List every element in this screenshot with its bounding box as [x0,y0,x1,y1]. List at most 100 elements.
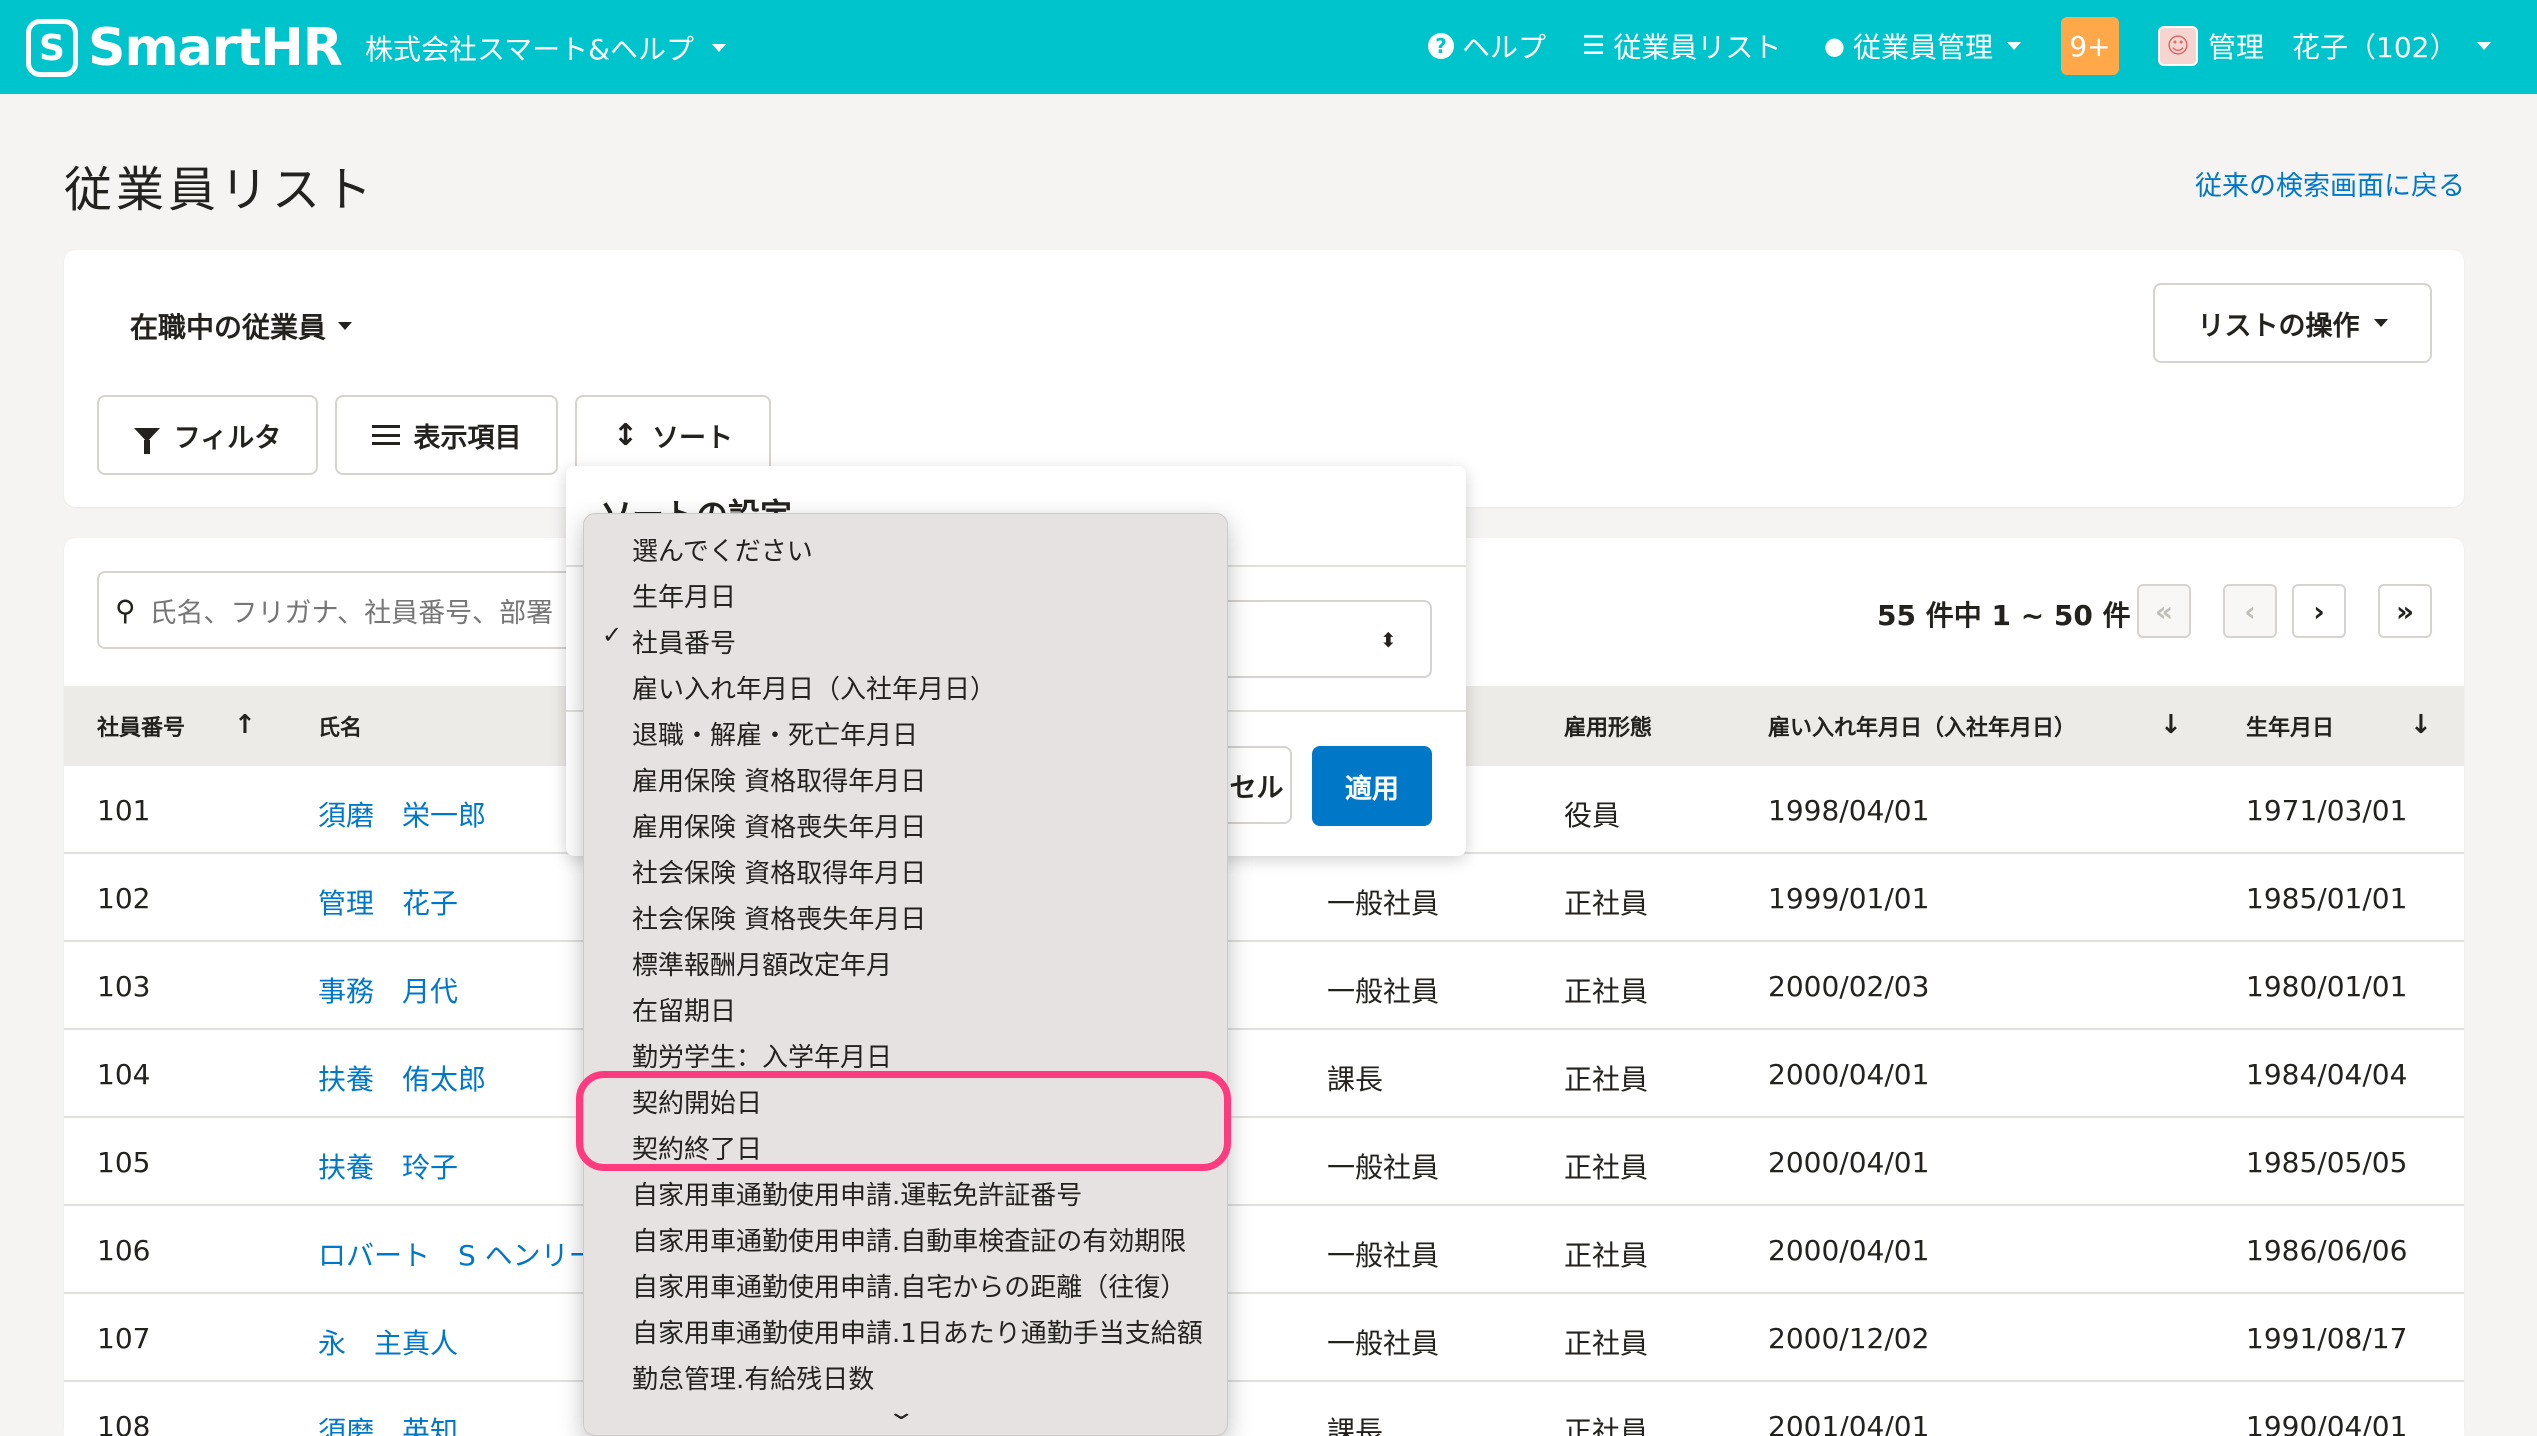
name-link[interactable]: 須磨 栄一郎 [318,794,486,834]
name-link[interactable]: ロバート S ヘンリー [318,1234,597,1274]
employment-status-label: 在職中の従業員 [130,311,327,344]
menu-item[interactable]: 雇用保険 資格取得年月日 [632,761,926,798]
table-row[interactable]: 107 永 主真人 一般社員 正社員 2000/12/02 1991/08/17 [64,1294,2464,1382]
birth-date-cell: 1971/03/01 [2246,794,2408,827]
table-row[interactable]: 105 扶養 玲子 一般社員 正社員 2000/04/01 1985/05/05 [64,1118,2464,1206]
sort-asc-icon[interactable]: ↑ [234,710,256,740]
menu-item-selected[interactable]: 社員番号 [632,623,736,660]
previous-page-button[interactable]: ‹ [2223,584,2277,638]
column-header-name[interactable]: 氏名 [318,710,362,742]
name-link[interactable]: 扶養 玲子 [318,1146,458,1186]
notification-badge[interactable]: 9+ [2061,17,2119,75]
company-name: 株式会社スマート&ヘルプ [365,33,694,66]
position-cell: 一般社員 [1327,1239,1440,1272]
hire-date-cell: 1998/04/01 [1768,794,1930,827]
filter-label: フィルタ [173,422,282,454]
apply-button[interactable]: 適用 [1312,746,1432,826]
back-to-old-search-link[interactable]: 従来の検索画面に戻る [2195,164,2465,203]
table-row[interactable]: 108 須磨 英知 課長 正社員 2001/04/01 1990/04/01 [64,1382,2464,1436]
menu-item[interactable]: 自家用車通勤使用申請.運転免許証番号 [632,1175,1082,1212]
birth-date-cell: 1986/06/06 [2246,1234,2408,1267]
logo-mark-icon: S [26,19,78,77]
name-link[interactable]: 永 主真人 [318,1322,458,1362]
display-columns-button[interactable]: 表示項目 [335,395,558,475]
table-row[interactable]: 104 扶養 侑太郎 課長 正社員 2000/04/01 1984/04/04 [64,1030,2464,1118]
menu-item[interactable]: 在留期日 [632,991,736,1028]
next-page-button[interactable]: › [2292,584,2346,638]
birth-date-cell: 1984/04/04 [2246,1058,2408,1091]
emp-no-cell: 102 [97,882,151,915]
chevron-down-icon [2373,319,2388,327]
menu-item[interactable]: 選んでください [632,531,813,568]
hire-date-cell: 2000/04/01 [1768,1234,1930,1267]
sort-button[interactable]: ↕ ソート [575,395,771,475]
menu-item[interactable]: 生年月日 [632,577,736,614]
search-input[interactable]: ⚲ 氏名、フリガナ、社員番号、部署 [97,571,617,649]
birth-date-cell: 1990/04/01 [2246,1410,2408,1436]
menu-item[interactable]: 雇い入れ年月日（入社年月日） [632,669,996,706]
emp-no-cell: 103 [97,970,151,1003]
employee-list-link[interactable]: ☰ 従業員リスト [1582,26,1781,66]
smarthr-logo[interactable]: S SmartHR [26,18,343,78]
hire-date-cell: 2000/04/01 [1768,1058,1930,1091]
birth-date-cell: 1985/01/01 [2246,882,2408,915]
avatar[interactable]: ☺ [2158,26,2198,66]
display-columns-label: 表示項目 [413,422,522,454]
search-placeholder: 氏名、フリガナ、社員番号、部署 [149,597,554,629]
employment-type-cell: 正社員 [1564,1327,1649,1360]
menu-item[interactable]: 社会保険 資格喪失年月日 [632,899,926,936]
emp-no-cell: 106 [97,1234,151,1267]
column-header-employment-type[interactable]: 雇用形態 [1564,710,1652,742]
menu-item[interactable]: 標準報酬月額改定年月 [632,945,892,982]
menu-item[interactable]: 勤労学生：入学年月日 [632,1037,892,1074]
company-switcher[interactable]: 株式会社スマート&ヘルプ [365,28,726,68]
employee-management-label: 従業員管理 [1852,31,1993,64]
sort-desc-icon[interactable]: ↓ [2410,710,2432,740]
menu-item[interactable]: 勤怠管理.有給残日数 [632,1359,874,1396]
position-cell: 一般社員 [1327,1151,1440,1184]
hire-date-cell: 2000/04/01 [1768,1146,1930,1179]
emp-no-cell: 108 [97,1410,151,1436]
list-operations-button[interactable]: リストの操作 [2153,283,2432,363]
filter-button[interactable]: フィルタ [97,395,318,475]
position-cell: 一般社員 [1327,1327,1440,1360]
position-cell: 課長 [1327,1063,1384,1096]
highlight-annotation [576,1071,1231,1171]
logo-text: SmartHR [88,18,343,78]
help-label: ヘルプ [1462,31,1547,64]
employment-type-cell: 役員 [1564,799,1621,832]
first-page-button[interactable]: « [2137,584,2191,638]
list-icon: ☰ [1582,31,1606,61]
employment-status-select[interactable]: 在職中の従業員 [130,306,353,346]
name-link[interactable]: 管理 花子 [318,882,458,922]
column-header-hire-date[interactable]: 雇い入れ年月日（入社年月日） [1768,710,2076,742]
user-icon: ● [1824,32,1845,60]
name-link[interactable]: 扶養 侑太郎 [318,1058,486,1098]
menu-item[interactable]: 自家用車通勤使用申請.1日あたり通勤手当支給額 [632,1313,1203,1350]
table-row[interactable]: 103 事務 月代 一般社員 正社員 2000/02/03 1980/01/01 [64,942,2464,1030]
filter-icon [133,428,160,454]
emp-no-cell: 101 [97,794,151,827]
name-link[interactable]: 須磨 英知 [318,1410,458,1436]
menu-item[interactable]: 退職・解雇・死亡年月日 [632,715,918,752]
last-page-button[interactable]: » [2378,584,2432,638]
user-menu[interactable]: 管理 花子（102） [2208,26,2492,66]
employment-type-cell: 正社員 [1564,887,1649,920]
table-row[interactable]: 106 ロバート S ヘンリー 一般社員 正社員 2000/04/01 1986… [64,1206,2464,1294]
sort-label: ソート [652,422,734,454]
menu-item[interactable]: 自家用車通勤使用申請.自宅からの距離（往復） [632,1267,1186,1304]
chevron-down-icon[interactable]: ⌄ [886,1400,916,1425]
employee-management-menu[interactable]: ● 従業員管理 [1824,26,2021,66]
column-header-birth-date[interactable]: 生年月日 [2246,710,2334,742]
menu-item[interactable]: 自家用車通勤使用申請.自動車検査証の有効期限 [632,1221,1186,1258]
sort-field-dropdown-menu[interactable]: 選んでください 生年月日 ✓ 社員番号 雇い入れ年月日（入社年月日） 退職・解雇… [583,513,1228,1436]
menu-item[interactable]: 社会保険 資格取得年月日 [632,853,926,890]
position-cell: 一般社員 [1327,887,1440,920]
menu-item[interactable]: 雇用保険 資格喪失年月日 [632,807,926,844]
sort-desc-icon[interactable]: ↓ [2160,710,2182,740]
help-link[interactable]: ? ヘルプ [1428,26,1546,66]
column-header-emp-no[interactable]: 社員番号 [97,710,185,742]
chevron-down-icon [712,44,726,52]
name-link[interactable]: 事務 月代 [318,970,458,1010]
table-row[interactable]: 102 管理 花子 一般社員 正社員 1999/01/01 1985/01/01 [64,854,2464,942]
